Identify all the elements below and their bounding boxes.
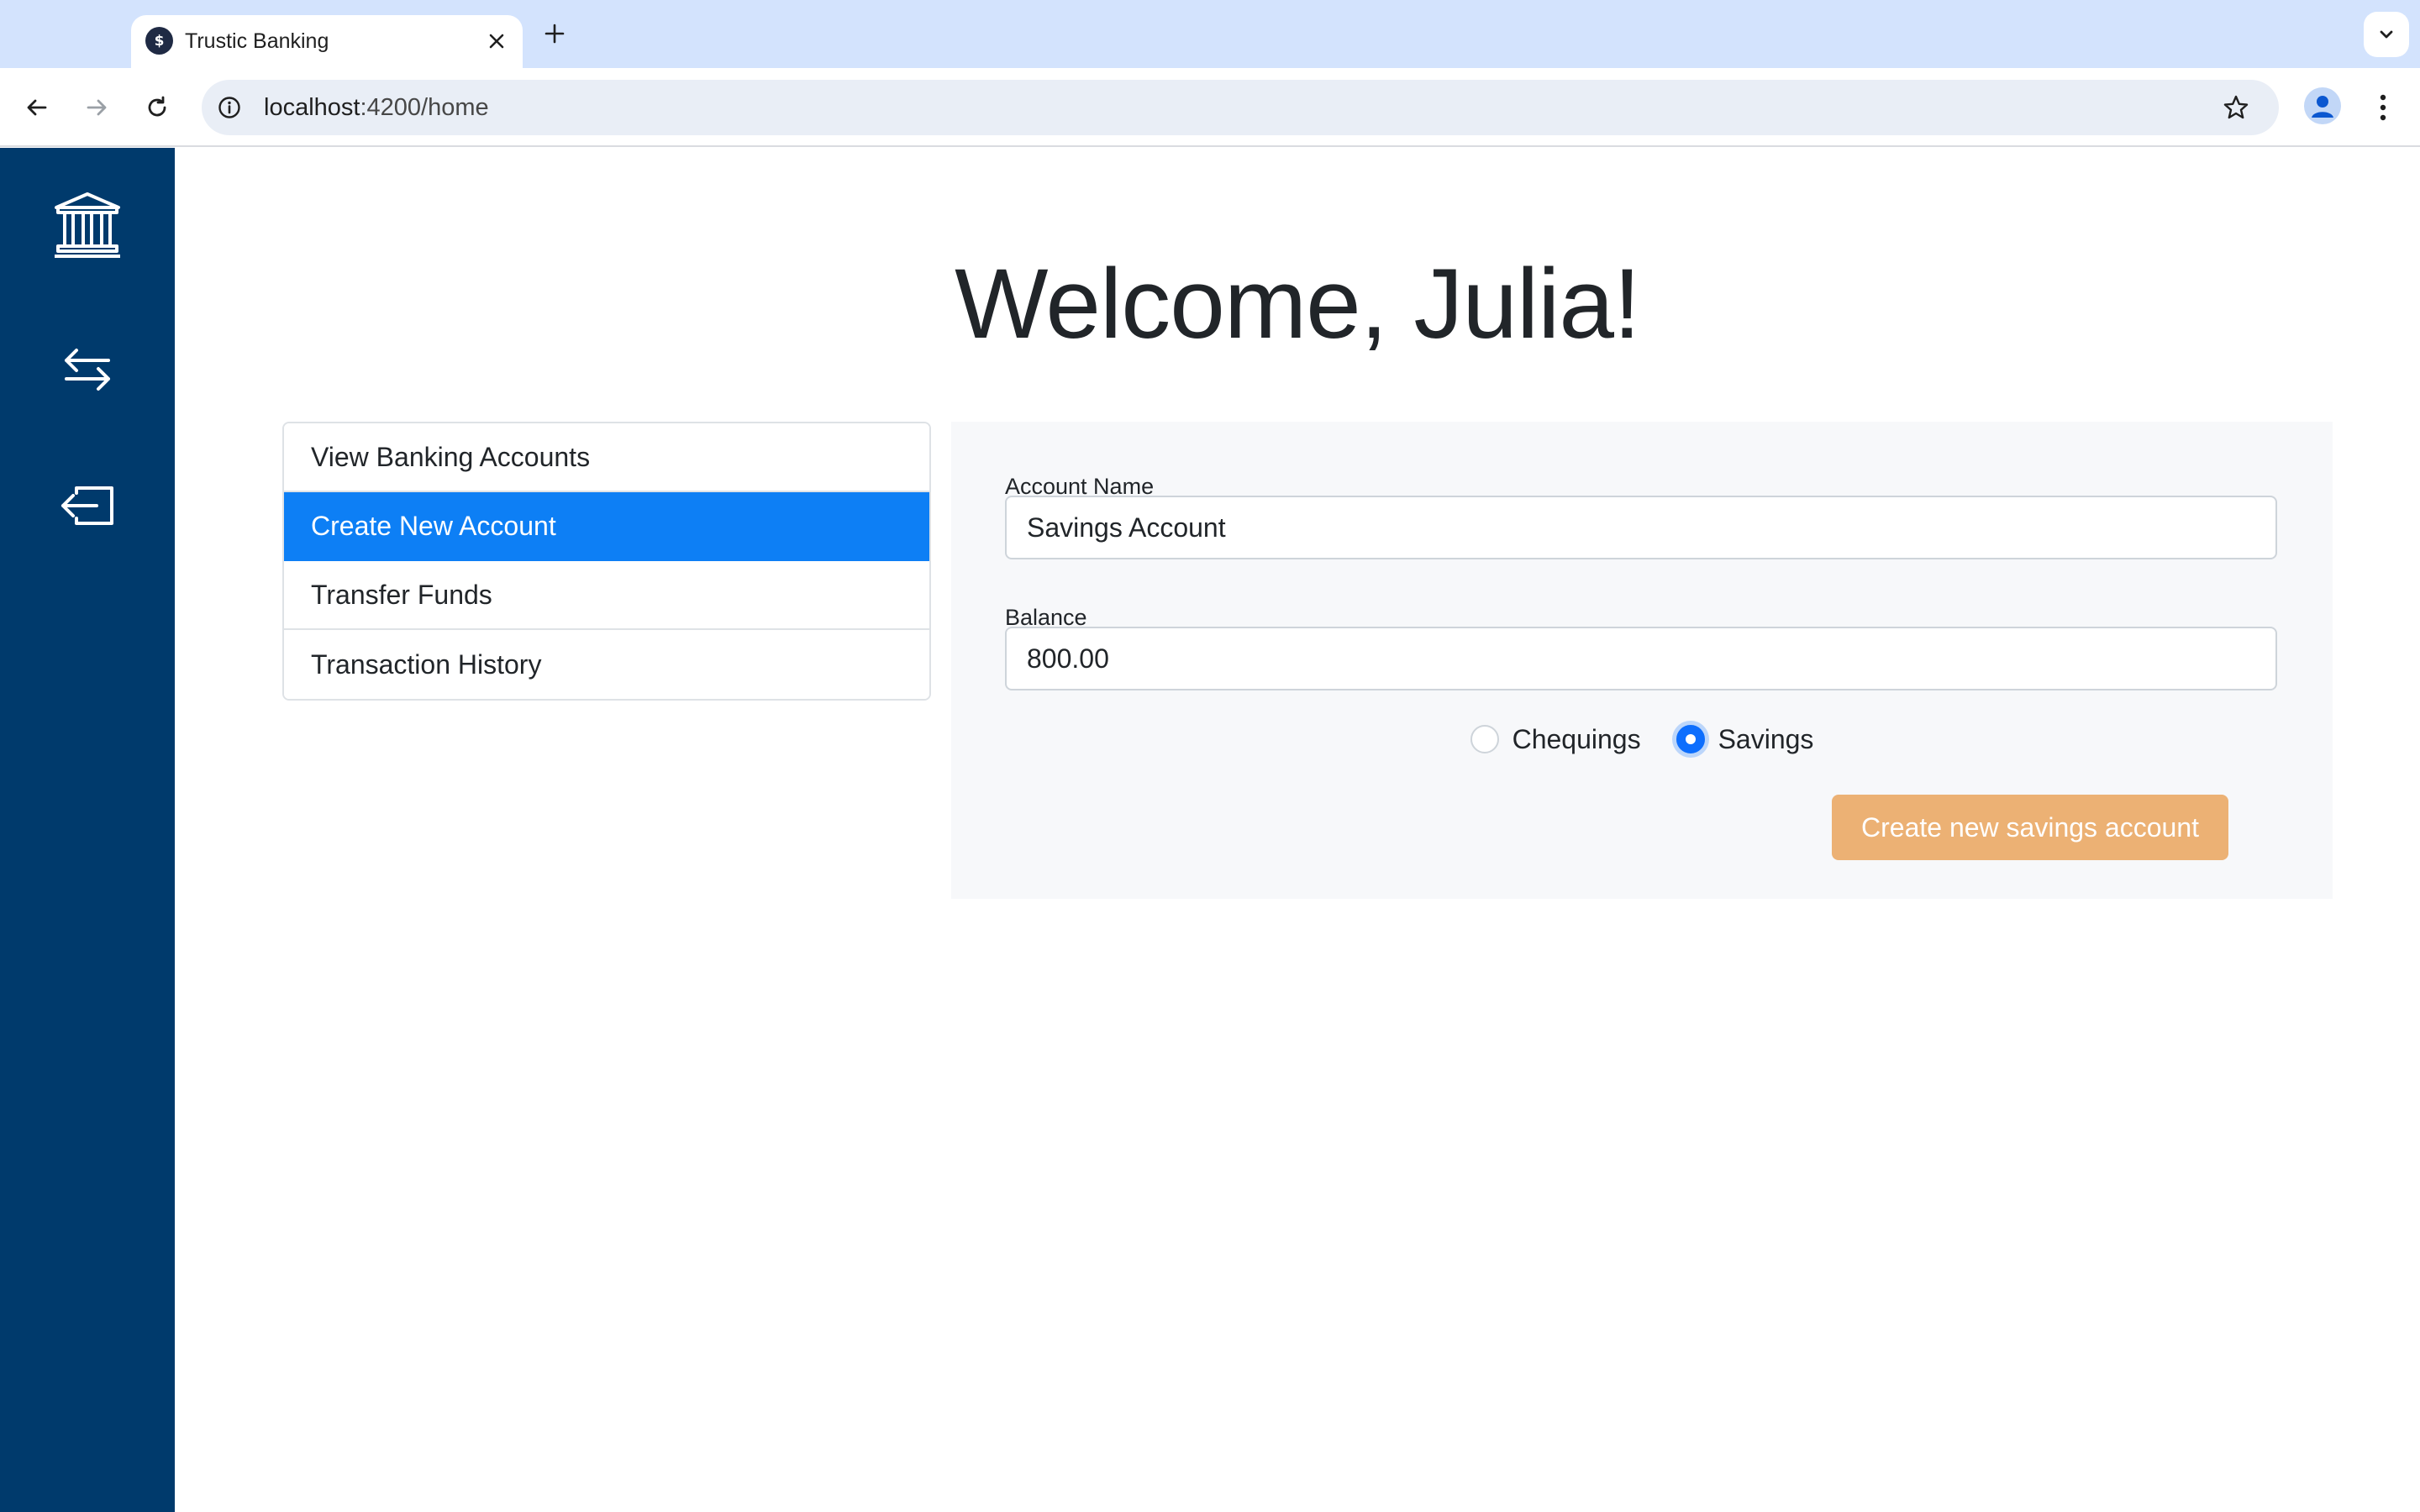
star-icon[interactable]	[2220, 92, 2252, 123]
savings-label[interactable]: Savings	[1718, 724, 1814, 755]
account-name-input[interactable]	[1005, 496, 2277, 559]
plus-icon[interactable]	[539, 18, 570, 49]
create-account-button[interactable]: Create new savings account	[1832, 795, 2228, 860]
main-content: Welcome, Julia! View Banking Accounts Cr…	[175, 148, 2420, 1512]
browser-tab[interactable]: $ Trustic Banking	[131, 15, 523, 68]
chequings-option[interactable]: Chequings	[1470, 724, 1641, 755]
savings-option[interactable]: Savings	[1676, 724, 1814, 755]
info-icon[interactable]	[215, 93, 244, 122]
reload-icon[interactable]	[138, 88, 176, 127]
menu-item-transfer-funds[interactable]: Transfer Funds	[284, 561, 929, 630]
logout-icon[interactable]	[45, 464, 129, 548]
chevron-down-icon[interactable]	[2364, 12, 2409, 57]
sidebar	[0, 148, 175, 1512]
bank-icon[interactable]	[45, 183, 129, 267]
account-menu: View Banking Accounts Create New Account…	[282, 422, 931, 701]
kebab-menu-icon[interactable]	[2366, 88, 2400, 127]
menu-item-view-accounts[interactable]: View Banking Accounts	[284, 423, 929, 492]
savings-radio[interactable]	[1676, 725, 1705, 753]
close-icon[interactable]	[482, 27, 511, 55]
menu-item-create-account[interactable]: Create New Account	[284, 492, 929, 561]
chequings-label[interactable]: Chequings	[1512, 724, 1641, 755]
tab-title: Trustic Banking	[185, 29, 329, 53]
create-account-form: Account Name Balance Chequings Savings C…	[951, 422, 2333, 899]
browser-tab-strip: $ Trustic Banking	[0, 0, 2420, 68]
address-bar[interactable]: localhost:4200/home	[202, 80, 2279, 135]
url-text: localhost:4200/home	[264, 94, 489, 121]
chequings-radio[interactable]	[1470, 725, 1499, 753]
profile-icon[interactable]	[2304, 87, 2341, 124]
forward-arrow-icon[interactable]	[77, 88, 116, 127]
menu-item-transaction-history[interactable]: Transaction History	[284, 630, 929, 699]
browser-toolbar: localhost:4200/home	[0, 68, 2420, 147]
back-arrow-icon[interactable]	[18, 88, 56, 127]
welcome-heading: Welcome, Julia!	[955, 249, 1641, 360]
favicon-icon: $	[145, 27, 173, 55]
transfer-arrows-icon[interactable]	[45, 328, 129, 412]
balance-input[interactable]	[1005, 627, 2277, 690]
account-type-radio-group: Chequings Savings	[951, 719, 2333, 759]
